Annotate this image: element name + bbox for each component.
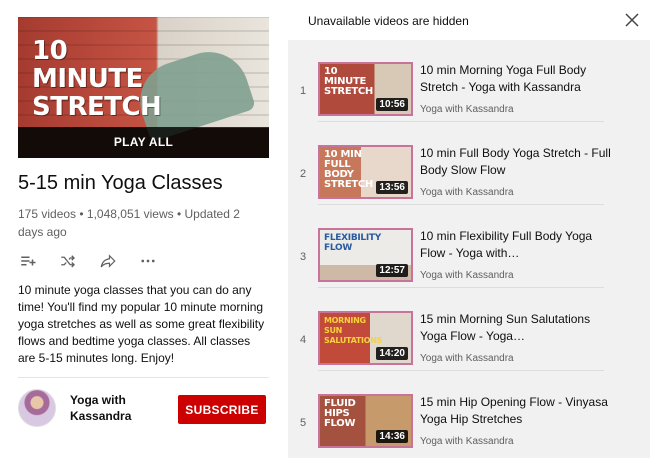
thumbnail-title: 10 MINUTE STRETCH xyxy=(32,36,162,122)
close-icon[interactable] xyxy=(624,12,640,28)
video-title[interactable]: 10 min Morning Yoga Full Body Stretch - … xyxy=(420,62,615,96)
video-thumbnail[interactable]: 10 MINUTE STRETCH 10:56 xyxy=(318,62,413,116)
playlist-description: 10 minute yoga classes that you can do a… xyxy=(18,283,265,365)
row-divider xyxy=(318,121,604,122)
video-index: 3 xyxy=(300,251,307,263)
unavailable-notice: Unavailable videos are hidden xyxy=(308,14,469,28)
thumbnail-text: FLEXIBILITY FLOW xyxy=(324,233,381,253)
channel-name[interactable]: Yoga with Kassandra xyxy=(70,392,140,424)
video-thumbnail[interactable]: FLUID HIPS FLOW 14:36 xyxy=(318,394,413,448)
add-to-queue-icon xyxy=(21,256,36,266)
list-item[interactable]: 3 FLEXIBILITY FLOW 12:57 10 min Flexibil… xyxy=(288,206,650,288)
video-list: 1 10 MINUTE STRETCH 10:56 10 min Morning… xyxy=(288,40,650,458)
thumbnail-text: 10 MINUTE STRETCH xyxy=(324,66,373,97)
video-index: 4 xyxy=(300,334,307,346)
thumbnail-text: MORNING SUN SALUTATIONS xyxy=(324,316,383,345)
video-index: 1 xyxy=(300,85,307,97)
video-channel[interactable]: Yoga with Kassandra xyxy=(420,353,514,364)
divider xyxy=(18,377,269,378)
video-thumbnail[interactable]: MORNING SUN SALUTATIONS 14:20 xyxy=(318,311,413,365)
video-duration: 14:36 xyxy=(376,430,408,443)
share-icon xyxy=(100,254,116,268)
video-duration: 13:56 xyxy=(376,181,408,194)
channel-owner[interactable]: Yoga with Kassandra xyxy=(18,389,140,427)
list-item[interactable]: 5 FLUID HIPS FLOW 14:36 15 min Hip Openi… xyxy=(288,372,650,454)
share-button[interactable] xyxy=(98,251,118,271)
video-title[interactable]: 10 min Flexibility Full Body Yoga Flow -… xyxy=(420,228,615,262)
list-item[interactable]: 1 10 MINUTE STRETCH 10:56 10 min Morning… xyxy=(288,40,650,122)
video-channel[interactable]: Yoga with Kassandra xyxy=(420,436,514,447)
playlist-stats: 175 videos • 1,048,051 views • Updated 2… xyxy=(18,207,240,239)
playlist-title: 5-15 min Yoga Classes xyxy=(18,172,223,194)
more-icon xyxy=(141,259,155,263)
play-all-button[interactable]: PLAY ALL xyxy=(18,127,269,158)
list-header: Unavailable videos are hidden xyxy=(288,0,650,40)
video-channel[interactable]: Yoga with Kassandra xyxy=(420,104,514,115)
row-divider xyxy=(318,287,604,288)
avatar[interactable] xyxy=(18,389,56,427)
video-duration: 14:20 xyxy=(376,347,408,360)
playlist-thumbnail[interactable]: 10 MINUTE STRETCH PLAY ALL xyxy=(18,17,269,158)
video-index: 5 xyxy=(300,417,307,429)
thumbnail-text: FLUID HIPS FLOW xyxy=(324,398,356,429)
video-thumbnail[interactable]: FLEXIBILITY FLOW 12:57 xyxy=(318,228,413,282)
playlist-page: 10 MINUTE STRETCH PLAY ALL 5-15 min Yoga… xyxy=(0,0,650,458)
row-divider xyxy=(318,204,604,205)
subscribe-button[interactable]: SUBSCRIBE xyxy=(178,395,266,424)
video-title[interactable]: 10 min Full Body Yoga Stretch - Full Bod… xyxy=(420,145,615,179)
video-duration: 12:57 xyxy=(376,264,408,277)
thumbnail-text: 10 MIN FULL BODY STRETCH xyxy=(324,149,373,190)
shuffle-icon xyxy=(61,255,75,268)
shuffle-button[interactable] xyxy=(58,251,78,271)
video-title[interactable]: 15 min Hip Opening Flow - Vinyasa Yoga H… xyxy=(420,394,615,428)
video-thumbnail[interactable]: 10 MIN FULL BODY STRETCH 13:56 xyxy=(318,145,413,199)
list-item[interactable]: 2 10 MIN FULL BODY STRETCH 13:56 10 min … xyxy=(288,123,650,205)
list-item[interactable]: 4 MORNING SUN SALUTATIONS 14:20 15 min M… xyxy=(288,289,650,371)
row-divider xyxy=(318,370,604,371)
video-index: 2 xyxy=(300,168,307,180)
playlist-actions xyxy=(18,251,158,271)
video-channel[interactable]: Yoga with Kassandra xyxy=(420,187,514,198)
more-options-button[interactable] xyxy=(138,251,158,271)
add-to-queue-button[interactable] xyxy=(18,251,38,271)
video-channel[interactable]: Yoga with Kassandra xyxy=(420,270,514,281)
video-duration: 10:56 xyxy=(376,98,408,111)
playlist-sidebar: 10 MINUTE STRETCH PLAY ALL 5-15 min Yoga… xyxy=(0,0,288,458)
video-title[interactable]: 15 min Morning Sun Salutations Yoga Flow… xyxy=(420,311,615,345)
